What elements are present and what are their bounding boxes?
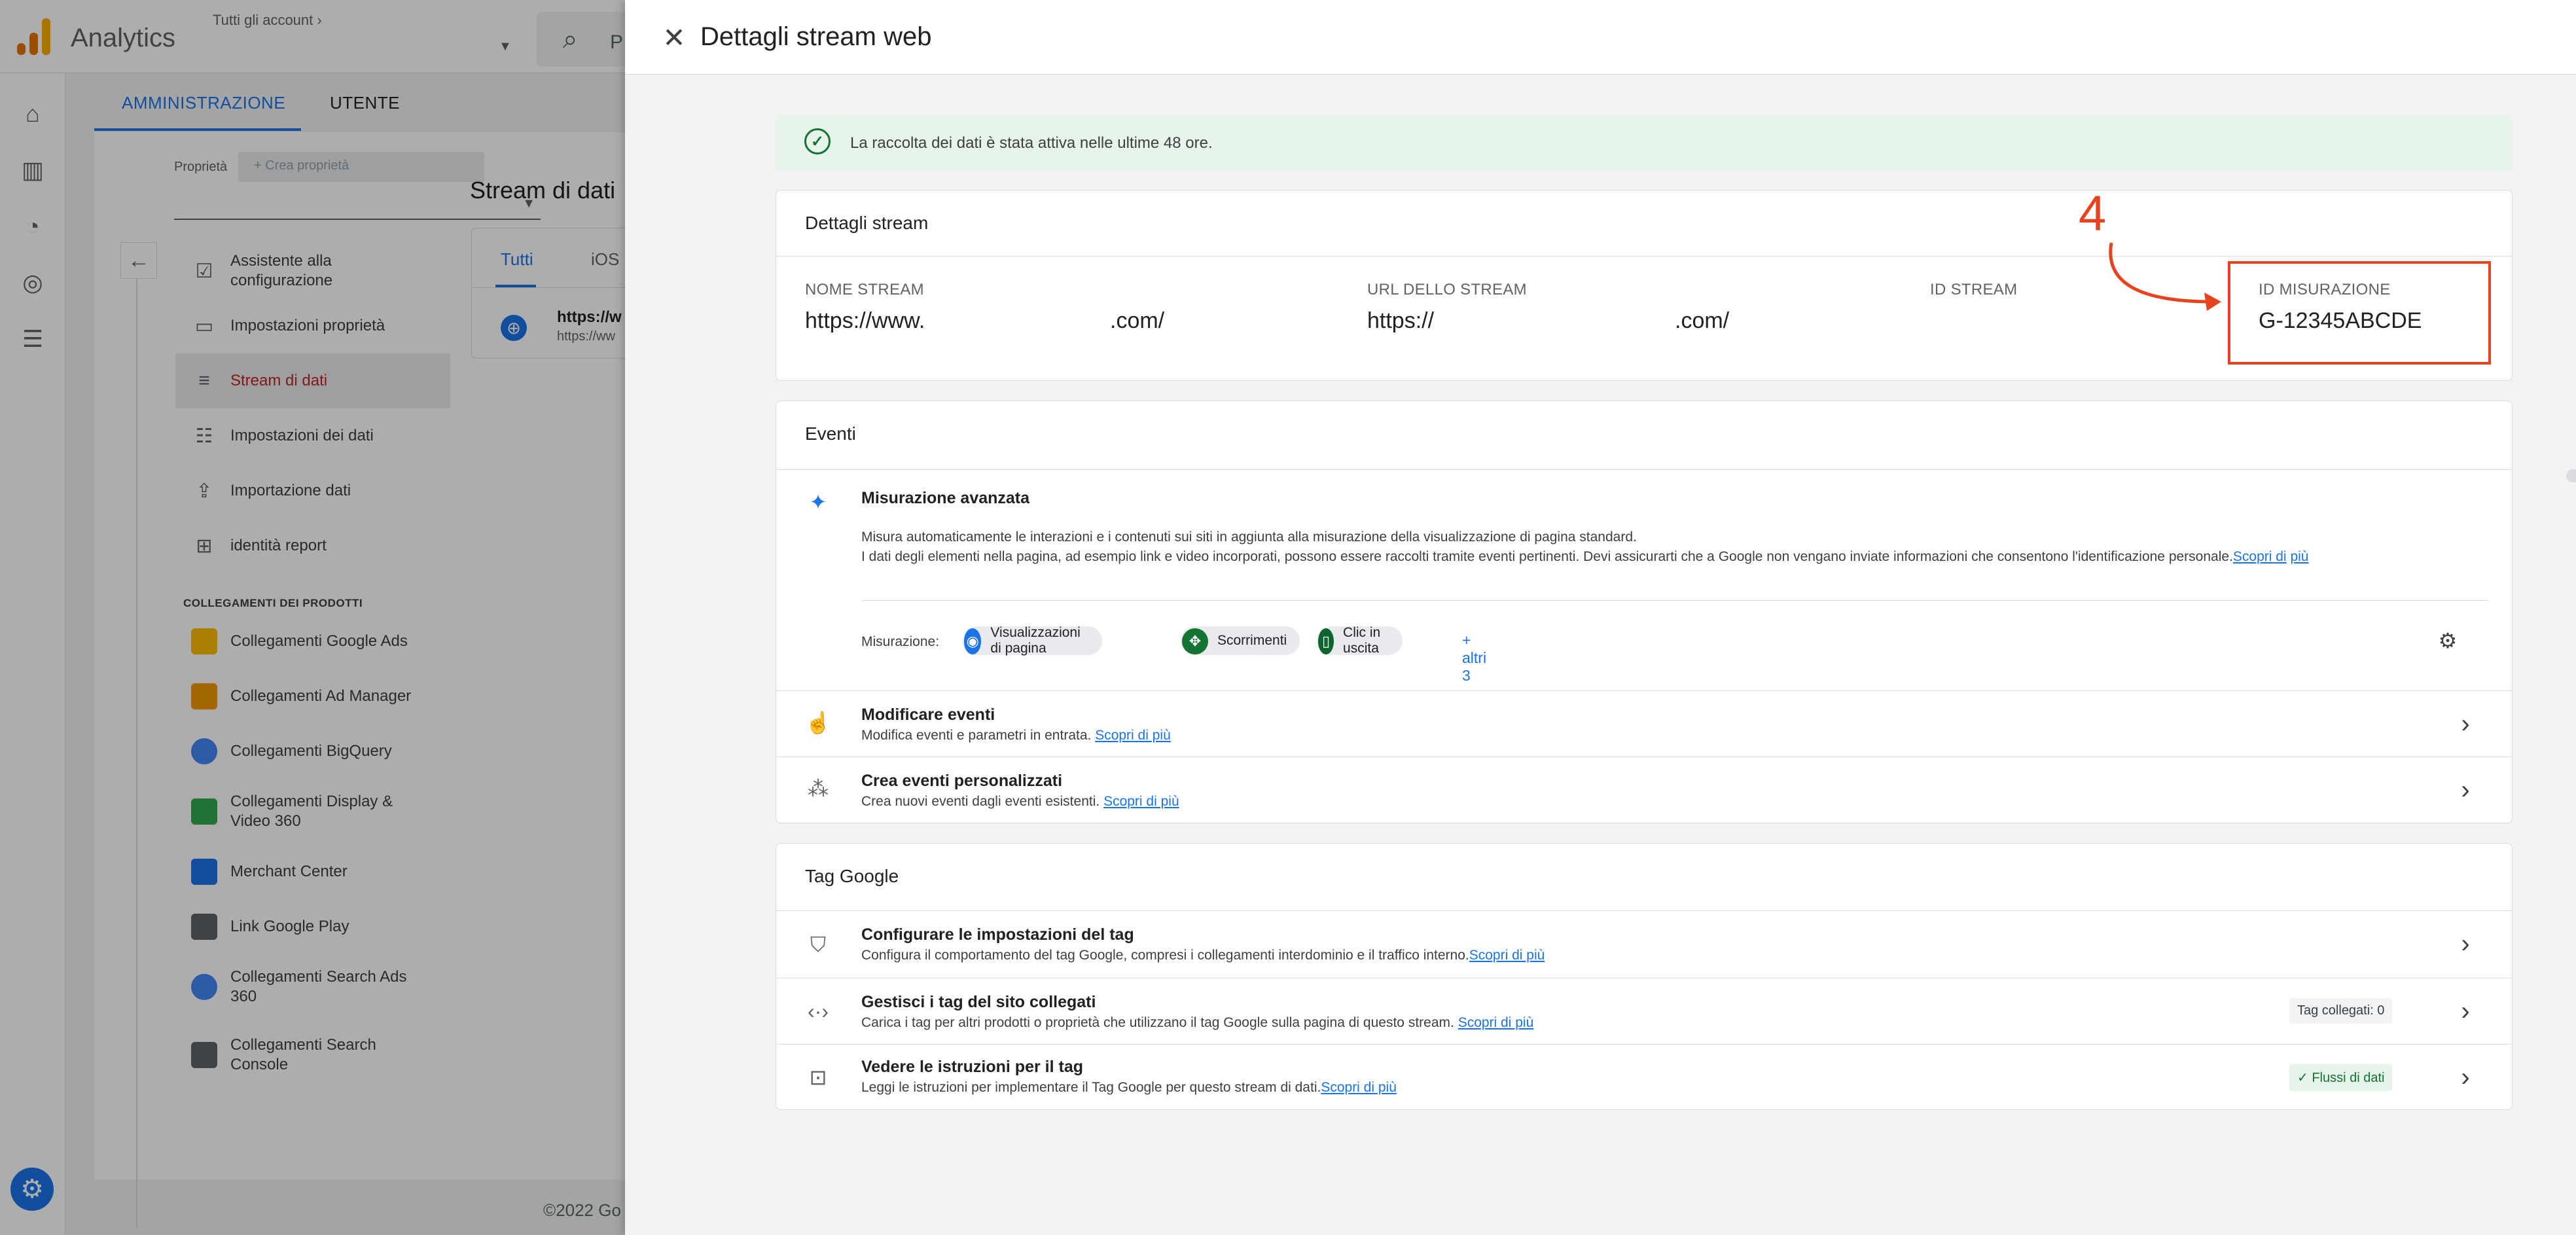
annotation-arrow-icon — [2109, 242, 2221, 311]
learn-more-link-end[interactable]: più — [2290, 549, 2308, 564]
stream-name-label: NOME STREAM — [805, 281, 924, 298]
tag-instructions-title: Vedere le istruzioni per il tag — [861, 1058, 1083, 1076]
code-box-icon: ⊡ — [809, 1065, 827, 1089]
configure-tag-desc: Configura il comportamento del tag Googl… — [861, 948, 1545, 963]
measurement-id-value: G-12345ABCDE — [2259, 308, 2422, 333]
learn-more-link[interactable]: Scopri di più — [1095, 728, 1171, 743]
card-title: Tag Google — [805, 866, 899, 886]
events-card: Eventi ✦ Misurazione avanzata Misura aut… — [776, 401, 2576, 823]
chip-page-views[interactable]: ◉ Visualizzazioni di pagina — [963, 625, 1103, 656]
stream-details-card: Dettagli stream NOME STREAM https://www.… — [776, 186, 2513, 381]
enhanced-measurement-desc-2-text: I dati degli elementi nella pagina, ad e… — [861, 549, 2233, 564]
modify-events-row[interactable]: ☝ Modificare eventi Modifica eventi e pa… — [776, 691, 2512, 757]
tag-instructions-desc-text: Leggi le istruzioni per implementare il … — [861, 1080, 1321, 1095]
measurement-label: Misurazione: — [861, 634, 940, 649]
enhanced-measurement-desc-1: Misura automaticamente le interazioni e … — [861, 529, 1637, 545]
divider — [776, 256, 2512, 257]
manage-connected-tags-desc-text: Carica i tag per altri prodotti o propri… — [861, 1015, 1454, 1030]
settings-gear-icon[interactable]: ⚙ — [2433, 626, 2462, 655]
eye-icon: ◉ — [964, 628, 982, 654]
drawer-title: Dettagli stream web — [700, 22, 932, 51]
check-circle-icon: ✓ — [804, 128, 831, 154]
manage-connected-tags-title: Gestisci i tag del sito collegati — [861, 993, 1096, 1011]
divider — [861, 600, 2488, 601]
configure-tag-row[interactable]: ⛉ Configurare le impostazioni del tag Co… — [776, 911, 2512, 978]
enhanced-measurement-desc-2: I dati degli elementi nella pagina, ad e… — [861, 548, 2367, 566]
sparkle-icon: ✦ — [809, 490, 827, 514]
enhanced-measurement-toggle[interactable]: ✓ — [2566, 464, 2576, 488]
stream-url-label: URL DELLO STREAM — [1367, 281, 1527, 298]
data-collection-alert: ✓ La raccolta dei dati è stata attiva ne… — [776, 115, 2513, 170]
manage-connected-tags-row[interactable]: ‹·› Gestisci i tag del sito collegati Ca… — [776, 978, 2512, 1044]
learn-more-link[interactable]: Scopri di più — [1321, 1080, 1397, 1095]
stream-url-value-end: .com/ — [1675, 308, 1730, 333]
card-title: Eventi — [805, 423, 856, 444]
stream-id-label: ID STREAM — [1930, 281, 2018, 298]
chevron-right-icon: › — [2461, 1062, 2470, 1092]
modify-events-desc-text: Modifica eventi e parametri in entrata. — [861, 728, 1092, 743]
tag-instructions-row[interactable]: ⊡ Vedere le istruzioni per il tag Leggi … — [776, 1045, 2512, 1110]
connected-tags-badge: Tag collegati: 0 — [2289, 998, 2393, 1024]
chip-outbound-clicks[interactable]: ▯ Clic in uscita — [1317, 625, 1403, 656]
toggle-track — [2566, 469, 2576, 482]
create-custom-events-desc-text: Crea nuovi eventi dagli eventi esistenti… — [861, 794, 1100, 809]
chip-label: Visualizzazioni di pagina — [990, 625, 1081, 656]
learn-more-link[interactable]: Scopri di più — [1458, 1015, 1534, 1030]
create-custom-events-row[interactable]: ⁂ Crea eventi personalizzati Crea nuovi … — [776, 757, 2512, 823]
configure-tag-desc-text: Configura il comportamento del tag Googl… — [861, 948, 1469, 963]
learn-more-link[interactable]: Scopri di — [2233, 549, 2287, 564]
chip-label: Clic in uscita — [1343, 625, 1381, 656]
code-icon: ‹·› — [808, 999, 829, 1023]
modify-events-title: Modificare eventi — [861, 706, 995, 724]
stream-url-value-start: https:// — [1367, 308, 1435, 333]
divider — [776, 469, 2512, 470]
alert-text: La raccolta dei dati è stata attiva nell… — [850, 134, 1213, 152]
tag-instructions-desc: Leggi le istruzioni per implementare il … — [861, 1080, 1397, 1096]
create-custom-events-title: Crea eventi personalizzati — [861, 772, 1063, 790]
chip-label: Scorrimenti — [1217, 633, 1287, 648]
manage-connected-tags-desc: Carica i tag per altri prodotti o propri… — [861, 1015, 1533, 1031]
drawer-header: ✕ Dettagli stream web — [625, 0, 2576, 75]
configure-tag-title: Configurare le impostazioni del tag — [861, 925, 1134, 944]
tag-icon: ⛉ — [810, 933, 826, 956]
stream-name-value-start: https://www. — [805, 308, 925, 333]
chevron-right-icon: › — [2461, 929, 2470, 958]
stream-name-value-end: .com/ — [1110, 308, 1165, 333]
chip-scrolls[interactable]: ✥ Scorrimenti — [1181, 626, 1300, 655]
mouse-icon: ▯ — [1318, 628, 1334, 654]
modify-events-desc: Modifica eventi e parametri in entrata. … — [861, 728, 1171, 743]
close-icon[interactable]: ✕ — [658, 21, 690, 54]
more-measurements-link[interactable]: + altri 3 — [1462, 632, 1486, 685]
click-sparkle-icon: ⁂ — [808, 777, 829, 800]
google-tag-card: Tag Google ⛉ Configurare le impostazioni… — [776, 843, 2513, 1110]
measurement-id-label: ID MISURAZIONE — [2259, 281, 2391, 298]
data-streams-badge: ✓ Flussi di dati — [2289, 1064, 2393, 1091]
scroll-icon: ✥ — [1182, 628, 1208, 654]
chevron-right-icon: › — [2461, 775, 2470, 804]
data-streams-badge-label: Flussi di dati — [2312, 1071, 2385, 1085]
touch-icon: ☝ — [805, 711, 831, 734]
learn-more-link[interactable]: Scopri di più — [1103, 794, 1179, 809]
check-icon: ✓ — [2297, 1071, 2312, 1085]
stream-details-drawer: ✕ Dettagli stream web ✓ La raccolta dei … — [625, 0, 2576, 1235]
create-custom-events-desc: Crea nuovi eventi dagli eventi esistenti… — [861, 794, 1179, 810]
chevron-right-icon: › — [2461, 996, 2470, 1026]
card-title: Dettagli stream — [805, 213, 929, 233]
learn-more-link[interactable]: Scopri di più — [1469, 948, 1545, 963]
enhanced-measurement-title: Misurazione avanzata — [861, 489, 1030, 507]
chevron-right-icon: › — [2461, 709, 2470, 738]
